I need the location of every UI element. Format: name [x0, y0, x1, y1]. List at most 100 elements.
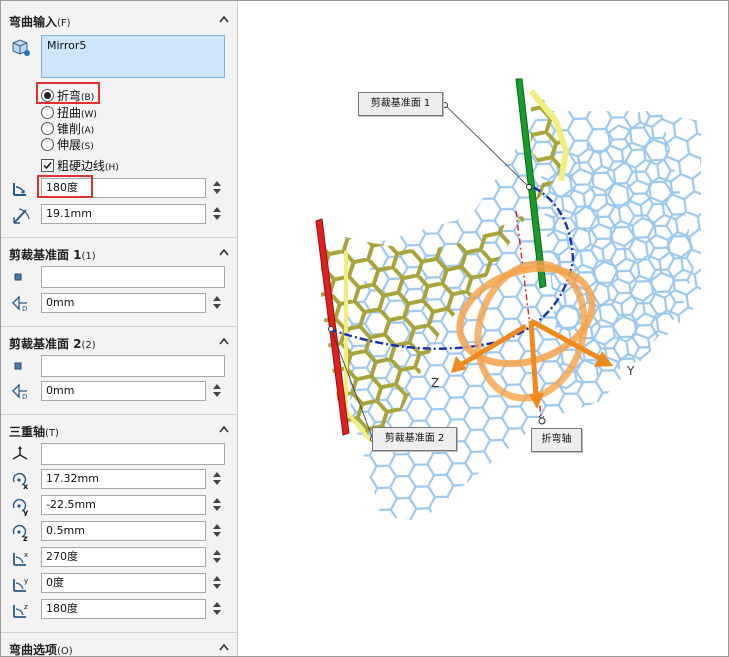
section-header-triad[interactable]: 三重轴(T): [1, 419, 237, 441]
checkbox-box: [41, 159, 54, 172]
radius-spinner[interactable]: [211, 204, 223, 224]
triad-selection[interactable]: [41, 443, 225, 465]
spin-down-icon[interactable]: [213, 480, 221, 485]
section-header-trim-plane-2[interactable]: 剪裁基准面 2(2): [1, 331, 237, 353]
chevron-up-icon[interactable]: [219, 15, 229, 23]
chevron-up-icon[interactable]: [219, 248, 229, 256]
section-title: 剪裁基准面 1(1): [9, 248, 96, 262]
spin-up-icon[interactable]: [213, 602, 221, 607]
rot-y-spinner[interactable]: [211, 573, 223, 593]
spin-down-icon[interactable]: [213, 532, 221, 537]
vertex-icon: [14, 273, 22, 281]
radio-stretch[interactable]: 伸展(S): [41, 136, 94, 152]
spin-up-icon[interactable]: [213, 296, 221, 301]
svg-text:y: y: [23, 508, 29, 516]
spin-down-icon[interactable]: [213, 584, 221, 589]
radio-dot: [41, 122, 54, 135]
x-coordinate-icon: x: [12, 472, 29, 490]
body-selection-icon: [12, 39, 30, 56]
spin-down-icon[interactable]: [213, 558, 221, 563]
triad-rot-z-field[interactable]: 180度: [41, 599, 206, 619]
check-icon: [43, 162, 52, 170]
section-header-trim-plane-1[interactable]: 剪裁基准面 1(1): [1, 242, 237, 264]
rotate-x-icon: x: [13, 551, 28, 566]
spin-up-icon[interactable]: [213, 576, 221, 581]
hard-edges-checkbox[interactable]: 粗硬边线(H): [41, 157, 119, 173]
chevron-up-icon[interactable]: [219, 643, 229, 651]
spin-up-icon[interactable]: [213, 498, 221, 503]
triad-y-field[interactable]: -22.5mm: [41, 495, 206, 515]
bodies-selection-box[interactable]: Mirror5: [41, 35, 225, 78]
trim-plane-1-distance[interactable]: 0mm: [41, 293, 206, 313]
distance-1-spinner[interactable]: [211, 293, 223, 313]
svg-text:y: y: [24, 577, 28, 585]
radius-icon: [13, 208, 30, 224]
highlight-frame-angle: [37, 175, 93, 198]
y-spinner[interactable]: [211, 495, 223, 515]
section-title: 剪裁基准面 2(2): [9, 337, 96, 351]
trim-plane-1-selection[interactable]: [41, 266, 225, 288]
section-title: 三重轴(T): [9, 425, 59, 439]
section-header-flex-input[interactable]: 弯曲输入(F): [1, 9, 237, 31]
triad-z-field[interactable]: 0.5mm: [41, 521, 206, 541]
offset-distance-icon: D: [12, 383, 27, 401]
distance-2-spinner[interactable]: [211, 381, 223, 401]
spin-down-icon[interactable]: [213, 610, 221, 615]
svg-text:D: D: [22, 393, 27, 401]
bend-radius-field[interactable]: 19.1mm: [41, 204, 206, 224]
rotate-y-icon: y: [13, 577, 28, 592]
z-coordinate-icon: z: [12, 524, 28, 542]
trim-plane-2-selection[interactable]: [41, 355, 225, 377]
y-coordinate-icon: y: [12, 498, 29, 516]
z-spinner[interactable]: [211, 521, 223, 541]
radio-dot: [41, 106, 54, 119]
flex-property-manager: 弯曲输入(F) Mirror5 折弯(B) 扭曲(W) 锥削(A) 伸展(S) …: [1, 1, 238, 656]
rot-x-spinner[interactable]: [211, 547, 223, 567]
spin-down-icon[interactable]: [213, 506, 221, 511]
solidworks-flex-window: 弯曲输入(F) Mirror5 折弯(B) 扭曲(W) 锥削(A) 伸展(S) …: [0, 0, 729, 657]
leader-anchor: [526, 184, 532, 190]
spin-down-icon[interactable]: [213, 215, 221, 220]
spin-down-icon[interactable]: [213, 304, 221, 309]
section-title: 弯曲输入(F): [9, 15, 71, 29]
trim-plane-2-distance[interactable]: 0mm: [41, 381, 206, 401]
divider: [1, 632, 237, 633]
section-header-flex-options[interactable]: 弯曲选项(O): [1, 637, 237, 656]
svg-text:z: z: [24, 603, 28, 611]
highlight-frame-bend: [36, 82, 100, 104]
callout-trim-plane-2[interactable]: 剪裁基准面 2: [372, 427, 457, 451]
divider: [1, 237, 237, 238]
callout-trim-plane-1[interactable]: 剪裁基准面 1: [358, 92, 443, 116]
triad-rot-y-field[interactable]: 0度: [41, 573, 206, 593]
x-spinner[interactable]: [211, 469, 223, 489]
triad-icon: [12, 446, 28, 460]
radio-twist[interactable]: 扭曲(W): [41, 104, 97, 120]
section-title: 弯曲选项(O): [9, 643, 73, 656]
spin-down-icon[interactable]: [213, 189, 221, 194]
divider: [1, 414, 237, 415]
graphics-viewport[interactable]: Z Y X 剪裁基准面 1 剪裁基准面 2 折弯轴: [238, 1, 728, 656]
spin-up-icon[interactable]: [213, 524, 221, 529]
spin-down-icon[interactable]: [213, 392, 221, 397]
model-canvas[interactable]: Z Y X: [238, 1, 728, 656]
spin-up-icon[interactable]: [213, 472, 221, 477]
selected-body-label: Mirror5: [47, 39, 87, 52]
triad-rot-x-field[interactable]: 270度: [41, 547, 206, 567]
svg-text:x: x: [23, 482, 29, 490]
svg-text:D: D: [22, 305, 27, 313]
chevron-up-icon[interactable]: [219, 337, 229, 345]
radio-dot: [41, 138, 54, 151]
divider: [1, 326, 237, 327]
triad-x-field[interactable]: 17.32mm: [41, 469, 206, 489]
vertex-icon: [14, 362, 22, 370]
rot-z-spinner[interactable]: [211, 599, 223, 619]
angle-spinner[interactable]: [211, 178, 223, 198]
leader-anchor: [442, 102, 448, 108]
callout-bend-axis[interactable]: 折弯轴: [531, 428, 582, 452]
spin-up-icon[interactable]: [213, 181, 221, 186]
spin-up-icon[interactable]: [213, 207, 221, 212]
radio-taper[interactable]: 锥削(A): [41, 120, 94, 136]
spin-up-icon[interactable]: [213, 384, 221, 389]
chevron-up-icon[interactable]: [219, 425, 229, 433]
spin-up-icon[interactable]: [213, 550, 221, 555]
